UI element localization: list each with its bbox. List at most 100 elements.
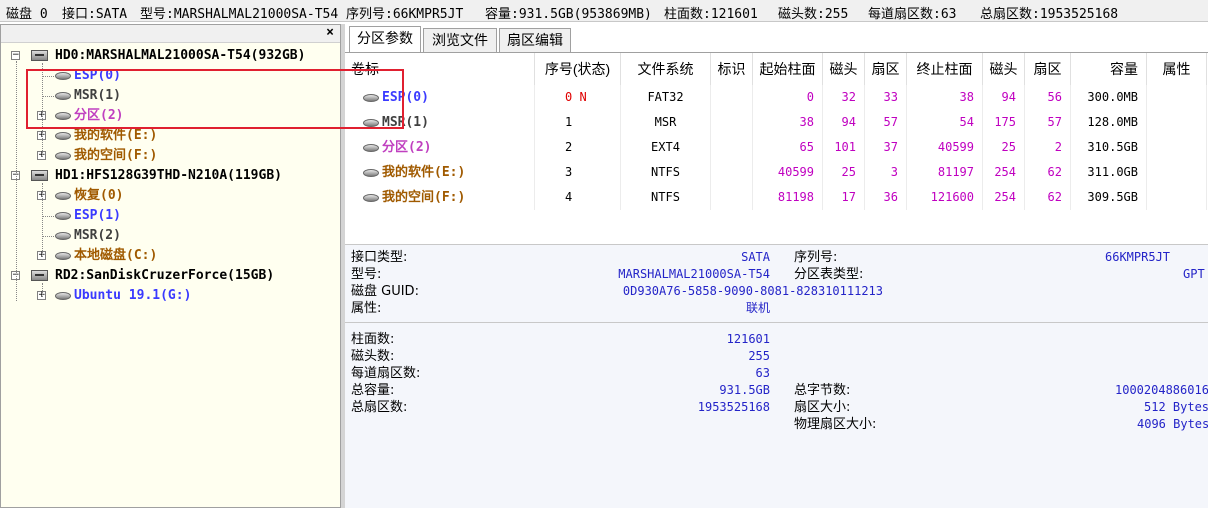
cell-attribute	[1147, 160, 1207, 185]
cell-id	[711, 135, 753, 160]
heads-value: 255	[748, 349, 770, 363]
info-cylinders: 柱面数:121601	[664, 7, 758, 22]
info-interface: 接口:SATA	[62, 7, 128, 22]
cell-end-sector: 2	[1025, 135, 1071, 160]
cell-start-sector: 57	[865, 110, 907, 135]
header-col-start-head[interactable]: 磁头	[823, 53, 865, 85]
tree-partition-node[interactable]: ESP(0)	[55, 67, 121, 85]
tree-connector	[42, 96, 54, 97]
interface-type-label: 接口类型:	[351, 250, 408, 265]
attribute-label: 属性:	[351, 301, 382, 316]
details-divider	[345, 322, 1208, 323]
cell-start-sector: 36	[865, 185, 907, 210]
tab-browse-files[interactable]: 浏览文件	[423, 28, 497, 52]
attribute-value: 联机	[745, 301, 770, 315]
tree-partition-node[interactable]: ESP(1)	[55, 207, 121, 225]
partition-icon	[55, 191, 71, 200]
physical-sector-size-value: 4096 Bytes	[1137, 417, 1208, 431]
cell-volume-label: 分区(2)	[345, 135, 535, 160]
cell-end-cylinder: 54	[907, 110, 983, 135]
hard-disk-icon	[31, 170, 48, 181]
tree-panel-header: ×	[1, 25, 340, 43]
header-col-end-sector[interactable]: 扇区	[1025, 53, 1071, 85]
cell-capacity: 128.0MB	[1071, 110, 1147, 135]
table-row[interactable]: MSR(1) 1 MSR 38 94 57 54 175 57 128.0MB	[345, 110, 1208, 135]
guid-value: 0D930A76-5858-9090-8081-828310111213	[622, 284, 883, 298]
header-col-end-cylinder[interactable]: 终止柱面	[907, 53, 983, 85]
cell-start-cylinder: 38	[753, 110, 823, 135]
tree-partition-node[interactable]: Ubuntu 19.1(G:)	[55, 287, 191, 305]
table-row[interactable]: 我的软件(E:) 3 NTFS 40599 25 3 81197 254 62 311.0GB	[345, 160, 1208, 185]
tree-partition-node[interactable]: 我的空间(F:)	[55, 147, 157, 165]
cell-capacity: 311.0GB	[1071, 160, 1147, 185]
info-model: 型号:MARSHALMAL21000SA-T54	[140, 7, 339, 22]
volume-label-text: 我的空间(F:)	[382, 190, 466, 205]
interface-type-value: SATA	[741, 250, 770, 264]
tree-connector	[42, 183, 43, 257]
volume-label-text: MSR(1)	[382, 115, 429, 130]
table-row[interactable]: 分区(2) 2 EXT4 65 101 37 40599 25 2 310.5GB	[345, 135, 1208, 160]
tree-disk-node[interactable]: RD2:SanDiskCruzerForce(15GB)	[55, 267, 274, 285]
sectors-per-track-value: 63	[755, 366, 770, 380]
tree-partition-node[interactable]: 恢复(0)	[55, 187, 123, 205]
header-col-file-system[interactable]: 文件系统	[621, 53, 711, 85]
close-icon[interactable]: ×	[326, 25, 334, 40]
total-sectors-value: 1953525168	[697, 400, 770, 414]
header-col-attribute[interactable]: 属性	[1147, 53, 1207, 85]
info-sectors-per-track: 每道扇区数:63	[868, 7, 957, 22]
tree-partition-label: 我的软件(E:)	[74, 128, 158, 143]
tree-connector	[42, 76, 54, 77]
tab-sector-edit[interactable]: 扇区编辑	[499, 28, 571, 52]
header-col-volume-label[interactable]: 卷标	[345, 53, 535, 85]
header-col-capacity[interactable]: 容量	[1071, 53, 1147, 85]
cell-volume-label: 我的空间(F:)	[345, 185, 535, 210]
cell-start-cylinder: 40599	[753, 160, 823, 185]
cell-attribute	[1147, 110, 1207, 135]
cell-capacity: 310.5GB	[1071, 135, 1147, 160]
cell-file-system: MSR	[621, 110, 711, 135]
table-type-value: GPT	[1183, 267, 1205, 281]
cell-start-cylinder: 81198	[753, 185, 823, 210]
tree-partition-node[interactable]: 分区(2)	[55, 107, 123, 125]
cell-id	[711, 160, 753, 185]
tree-connector	[16, 61, 17, 301]
tree-partition-label: MSR(2)	[74, 228, 121, 243]
cell-file-system: FAT32	[621, 85, 711, 110]
table-row[interactable]: 我的空间(F:) 4 NTFS 81198 17 36 121600 254 62 309.5GB	[345, 185, 1208, 210]
partition-icon	[363, 118, 379, 127]
cell-file-system: NTFS	[621, 160, 711, 185]
tree-disk-node[interactable]: HD1:HFS128G39THD-N210A(119GB)	[55, 167, 282, 185]
total-bytes-value: 1000204886016	[1115, 383, 1208, 397]
cell-start-cylinder: 0	[753, 85, 823, 110]
tree-disk-node[interactable]: HD0:MARSHALMAL21000SA-T54(932GB)	[55, 47, 305, 65]
cell-start-head: 25	[823, 160, 865, 185]
partition-icon	[55, 231, 71, 240]
partition-icon	[363, 168, 379, 177]
cell-end-cylinder: 81197	[907, 160, 983, 185]
total-capacity-label: 总容量:	[351, 383, 395, 398]
tree-partition-node[interactable]: MSR(1)	[55, 87, 121, 105]
tab-partition-params[interactable]: 分区参数	[349, 26, 421, 53]
header-col-start-cylinder[interactable]: 起始柱面	[753, 53, 823, 85]
tree-partition-node[interactable]: MSR(2)	[55, 227, 121, 245]
header-col-end-head[interactable]: 磁头	[983, 53, 1025, 85]
tree-partition-label: ESP(0)	[74, 68, 121, 83]
hard-disk-icon	[31, 50, 48, 61]
serial-value: 66KMPR5JT	[1105, 250, 1171, 264]
volume-label-text: 我的软件(E:)	[382, 165, 466, 180]
cell-end-head: 94	[983, 85, 1025, 110]
partition-icon	[55, 71, 71, 80]
partition-icon	[55, 131, 71, 140]
table-row[interactable]: ESP(0) 0 N FAT32 0 32 33 38 94 56 300.0MB	[345, 85, 1208, 110]
cell-capacity: 300.0MB	[1071, 85, 1147, 110]
main-panel: 分区参数 浏览文件 扇区编辑 卷标 序号(状态) 文件系统 标识 起始柱面 磁头 扇区 终止柱…	[345, 24, 1208, 508]
collapse-toggle-icon[interactable]: −	[11, 51, 20, 60]
tree-partition-node[interactable]: 我的软件(E:)	[55, 127, 157, 145]
tree-partition-node[interactable]: 本地磁盘(C:)	[55, 247, 157, 265]
cell-end-head: 25	[983, 135, 1025, 160]
header-col-index-status[interactable]: 序号(状态)	[535, 53, 621, 85]
sectors-per-track-label: 每道扇区数:	[351, 366, 421, 381]
cell-end-head: 175	[983, 110, 1025, 135]
header-col-start-sector[interactable]: 扇区	[865, 53, 907, 85]
header-col-id[interactable]: 标识	[711, 53, 753, 85]
